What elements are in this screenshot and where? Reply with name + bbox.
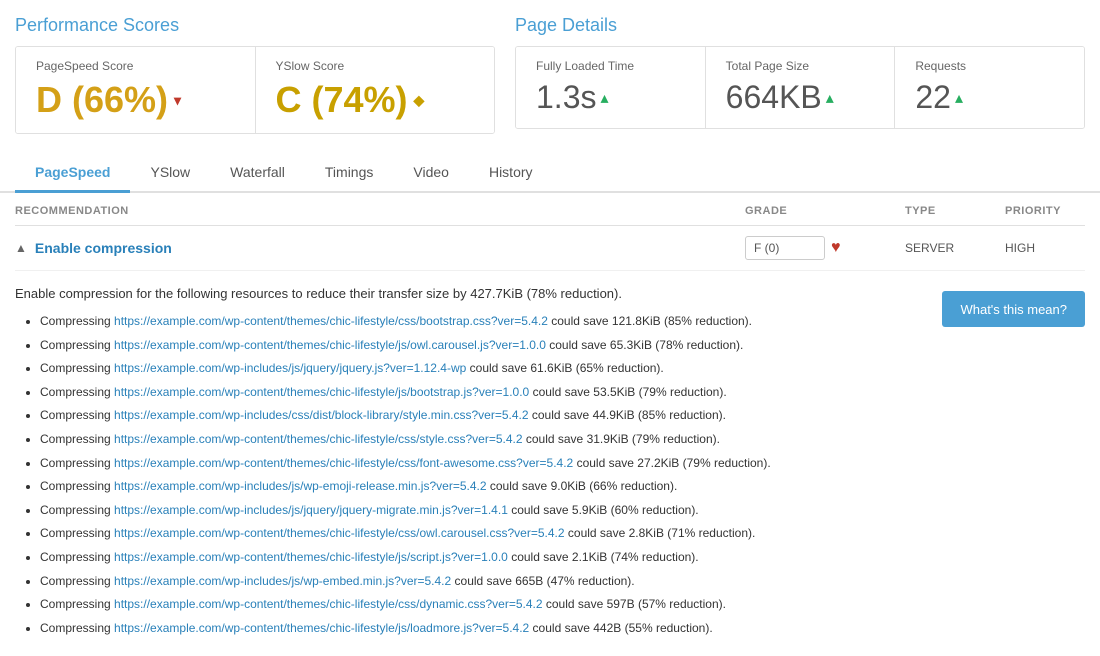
requests-arrow-up-icon: ▴ [955,88,963,108]
tab-timings[interactable]: Timings [305,154,394,193]
resource-link[interactable]: https://example.com/wp-includes/js/wp-em… [114,479,487,493]
list-item: Compressing https://example.com/wp-inclu… [40,500,922,522]
fully-loaded-value: 1.3s ▴ [536,79,685,116]
list-item: Compressing https://example.com/wp-conte… [40,382,922,404]
list-item: Compressing https://example.com/wp-inclu… [40,405,922,427]
resource-link[interactable]: https://example.com/wp-content/themes/ch… [114,432,523,446]
content-area: RECOMMENDATION GRADE TYPE PRIORITY ▲ Ena… [0,193,1100,656]
resource-list: Compressing https://example.com/wp-conte… [15,311,922,639]
list-item: Compressing https://example.com/wp-inclu… [40,571,922,593]
list-item: Compressing https://example.com/wp-conte… [40,453,922,475]
resource-link[interactable]: https://example.com/wp-content/themes/ch… [114,385,529,399]
scores-box: PageSpeed Score D (66%) ▾ YSlow Score C … [15,46,495,134]
grade-input[interactable] [745,236,825,260]
pagespeed-score-cell: PageSpeed Score D (66%) ▾ [16,47,256,133]
list-item: Compressing https://example.com/wp-conte… [40,311,922,333]
priority-cell: HIGH [1005,241,1085,255]
resource-link[interactable]: https://example.com/wp-content/themes/ch… [114,621,529,635]
col-header-priority: PRIORITY [1005,205,1085,217]
recommendation-title[interactable]: ▲ Enable compression [15,240,745,256]
description-text: Enable compression for the following res… [15,286,922,641]
requests-value: 22 ▴ [915,79,1064,116]
grade-arrow-down-icon: ♥ [831,239,841,257]
description-intro: Enable compression for the following res… [15,286,922,301]
yslow-value: C (74%) ◆ [276,79,475,121]
fully-loaded-arrow-up-icon: ▴ [600,88,608,108]
performance-scores-panel: Performance Scores PageSpeed Score D (66… [15,15,515,134]
requests-cell: Requests 22 ▴ [895,47,1084,128]
description-area: Enable compression for the following res… [15,271,1085,656]
resource-link[interactable]: https://example.com/wp-content/themes/ch… [114,550,508,564]
col-header-grade: GRADE [745,205,905,217]
tabs-section: PageSpeed YSlow Waterfall Timings Video … [0,154,1100,193]
grade-cell: ♥ [745,236,905,260]
col-header-recommendation: RECOMMENDATION [15,205,745,217]
tabs-bar: PageSpeed YSlow Waterfall Timings Video … [15,154,1085,191]
list-item: Compressing https://example.com/wp-conte… [40,429,922,451]
resource-link[interactable]: https://example.com/wp-content/themes/ch… [114,597,543,611]
resource-link[interactable]: https://example.com/wp-includes/js/jquer… [114,503,508,517]
performance-scores-title: Performance Scores [15,15,495,36]
fully-loaded-cell: Fully Loaded Time 1.3s ▴ [516,47,706,128]
resource-link[interactable]: https://example.com/wp-content/themes/ch… [114,456,573,470]
chevron-up-icon: ▲ [15,241,27,255]
yslow-score-cell: YSlow Score C (74%) ◆ [256,47,495,133]
col-header-type: TYPE [905,205,1005,217]
recommendation-row: ▲ Enable compression ♥ SERVER HIGH [15,226,1085,271]
list-item: Compressing https://example.com/wp-conte… [40,335,922,357]
total-size-arrow-up-icon: ▴ [826,88,834,108]
pagespeed-value: D (66%) ▾ [36,79,235,121]
pagespeed-label: PageSpeed Score [36,59,235,73]
resource-link[interactable]: https://example.com/wp-includes/css/dist… [114,408,529,422]
table-header: RECOMMENDATION GRADE TYPE PRIORITY [15,193,1085,226]
list-item: Compressing https://example.com/wp-conte… [40,547,922,569]
tab-pagespeed[interactable]: PageSpeed [15,154,130,193]
total-size-value: 664KB ▴ [726,79,875,116]
recommendation-title-text: Enable compression [35,240,172,256]
pagespeed-arrow-down-icon: ▾ [174,92,181,109]
resource-link[interactable]: https://example.com/wp-content/themes/ch… [114,526,565,540]
yslow-label: YSlow Score [276,59,475,73]
page-details-title: Page Details [515,15,1085,36]
list-item: Compressing https://example.com/wp-inclu… [40,358,922,380]
page-details-panel: Page Details Fully Loaded Time 1.3s ▴ To… [515,15,1085,134]
whats-this-mean-button[interactable]: What's this mean? [942,291,1085,327]
details-box: Fully Loaded Time 1.3s ▴ Total Page Size… [515,46,1085,129]
resource-link[interactable]: https://example.com/wp-content/themes/ch… [114,314,548,328]
tab-history[interactable]: History [469,154,553,193]
list-item: Compressing https://example.com/wp-conte… [40,523,922,545]
tab-video[interactable]: Video [393,154,469,193]
type-cell: SERVER [905,241,1005,255]
requests-label: Requests [915,59,1064,73]
resource-link[interactable]: https://example.com/wp-includes/js/jquer… [114,361,466,375]
tab-waterfall[interactable]: Waterfall [210,154,305,193]
total-size-cell: Total Page Size 664KB ▴ [706,47,896,128]
list-item: Compressing https://example.com/wp-conte… [40,594,922,616]
list-item: Compressing https://example.com/wp-inclu… [40,476,922,498]
total-size-label: Total Page Size [726,59,875,73]
resource-link[interactable]: https://example.com/wp-content/themes/ch… [114,338,546,352]
fully-loaded-label: Fully Loaded Time [536,59,685,73]
resource-link[interactable]: https://example.com/wp-includes/js/wp-em… [114,574,451,588]
yslow-arrow-diamond-icon: ◆ [414,92,425,109]
tab-yslow[interactable]: YSlow [130,154,210,193]
list-item: Compressing https://example.com/wp-conte… [40,618,922,640]
